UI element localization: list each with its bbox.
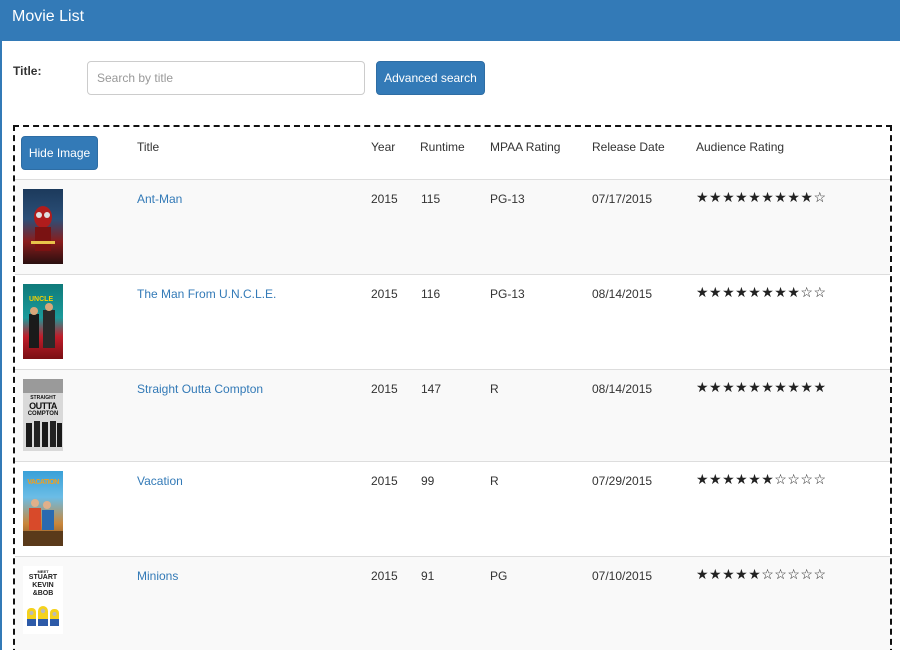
- audience-rating-stars: ★★★★★★★★★☆: [696, 189, 827, 205]
- title-search-input[interactable]: [87, 61, 365, 95]
- table-row: Ant-Man 2015 115 PG-13 07/17/2015 ★★★★★★…: [15, 180, 890, 275]
- movie-mpaa-rating: PG: [490, 569, 508, 583]
- movie-release-date: 08/14/2015: [592, 382, 653, 396]
- movie-runtime: 99: [421, 474, 435, 488]
- poster-image: STRAIGHT OUTTA COMPTON: [23, 379, 63, 451]
- column-header-audience-rating[interactable]: Audience Rating: [696, 140, 784, 154]
- column-header-title[interactable]: Title: [137, 140, 159, 154]
- audience-rating-stars: ★★★★★★★★★★: [696, 379, 827, 395]
- audience-rating-stars: ★★★★★★☆☆☆☆: [696, 471, 827, 487]
- app-header: Movie List: [0, 0, 900, 41]
- column-header-runtime[interactable]: Runtime: [420, 140, 465, 154]
- movie-runtime: 147: [421, 382, 442, 396]
- table-header: Hide Image Title Year Runtime MPAA Ratin…: [15, 127, 890, 180]
- movie-title-link[interactable]: Vacation: [137, 474, 183, 488]
- left-border: [0, 41, 2, 650]
- app-title: Movie List: [12, 8, 85, 25]
- movie-mpaa-rating: R: [490, 474, 499, 488]
- movie-year: 2015: [371, 192, 398, 206]
- movie-release-date: 08/14/2015: [592, 287, 653, 301]
- movie-title-link[interactable]: Straight Outta Compton: [137, 382, 263, 396]
- column-header-mpaa-rating[interactable]: MPAA Rating: [490, 140, 560, 154]
- poster-image: VACATION: [23, 471, 63, 546]
- movie-runtime: 91: [421, 569, 435, 583]
- title-search-label: Title:: [13, 64, 42, 78]
- poster-image: UNCLE: [23, 284, 63, 359]
- movie-release-date: 07/10/2015: [592, 569, 653, 583]
- movie-list-app: Movie List Title: Advanced search Hide I…: [0, 0, 900, 650]
- movie-title-link[interactable]: Ant-Man: [137, 192, 182, 206]
- table-row: VACATION Vacation 2015 99 R 07/29/2015 ★…: [15, 462, 890, 557]
- movie-runtime: 116: [421, 287, 441, 301]
- poster-image: MEET STUART KEVIN &BOB: [23, 566, 63, 634]
- table-row: STRAIGHT OUTTA COMPTON Straight Outta Co…: [15, 370, 890, 462]
- movie-mpaa-rating: PG-13: [490, 192, 525, 206]
- poster-image: [23, 189, 63, 264]
- movie-year: 2015: [371, 474, 398, 488]
- column-header-release-date[interactable]: Release Date: [592, 140, 665, 154]
- advanced-search-button[interactable]: Advanced search: [376, 61, 485, 95]
- audience-rating-stars: ★★★★★☆☆☆☆☆: [696, 566, 827, 582]
- table-row: UNCLE The Man From U.N.C.L.E. 2015 116 P…: [15, 275, 890, 370]
- movie-title-link[interactable]: Minions: [137, 569, 178, 583]
- movie-mpaa-rating: R: [490, 382, 499, 396]
- movie-title-link[interactable]: The Man From U.N.C.L.E.: [137, 287, 276, 301]
- movie-year: 2015: [371, 382, 398, 396]
- table-row: MEET STUART KEVIN &BOB Minions 2015 91 P…: [15, 557, 890, 650]
- movie-year: 2015: [371, 287, 398, 301]
- hide-image-button[interactable]: Hide Image: [21, 136, 98, 170]
- movie-year: 2015: [371, 569, 398, 583]
- movie-release-date: 07/17/2015: [592, 192, 653, 206]
- column-header-year[interactable]: Year: [371, 140, 395, 154]
- audience-rating-stars: ★★★★★★★★☆☆: [696, 284, 827, 300]
- movie-release-date: 07/29/2015: [592, 474, 653, 488]
- movie-table: Hide Image Title Year Runtime MPAA Ratin…: [13, 125, 892, 650]
- movie-mpaa-rating: PG-13: [490, 287, 525, 301]
- movie-runtime: 115: [421, 192, 441, 206]
